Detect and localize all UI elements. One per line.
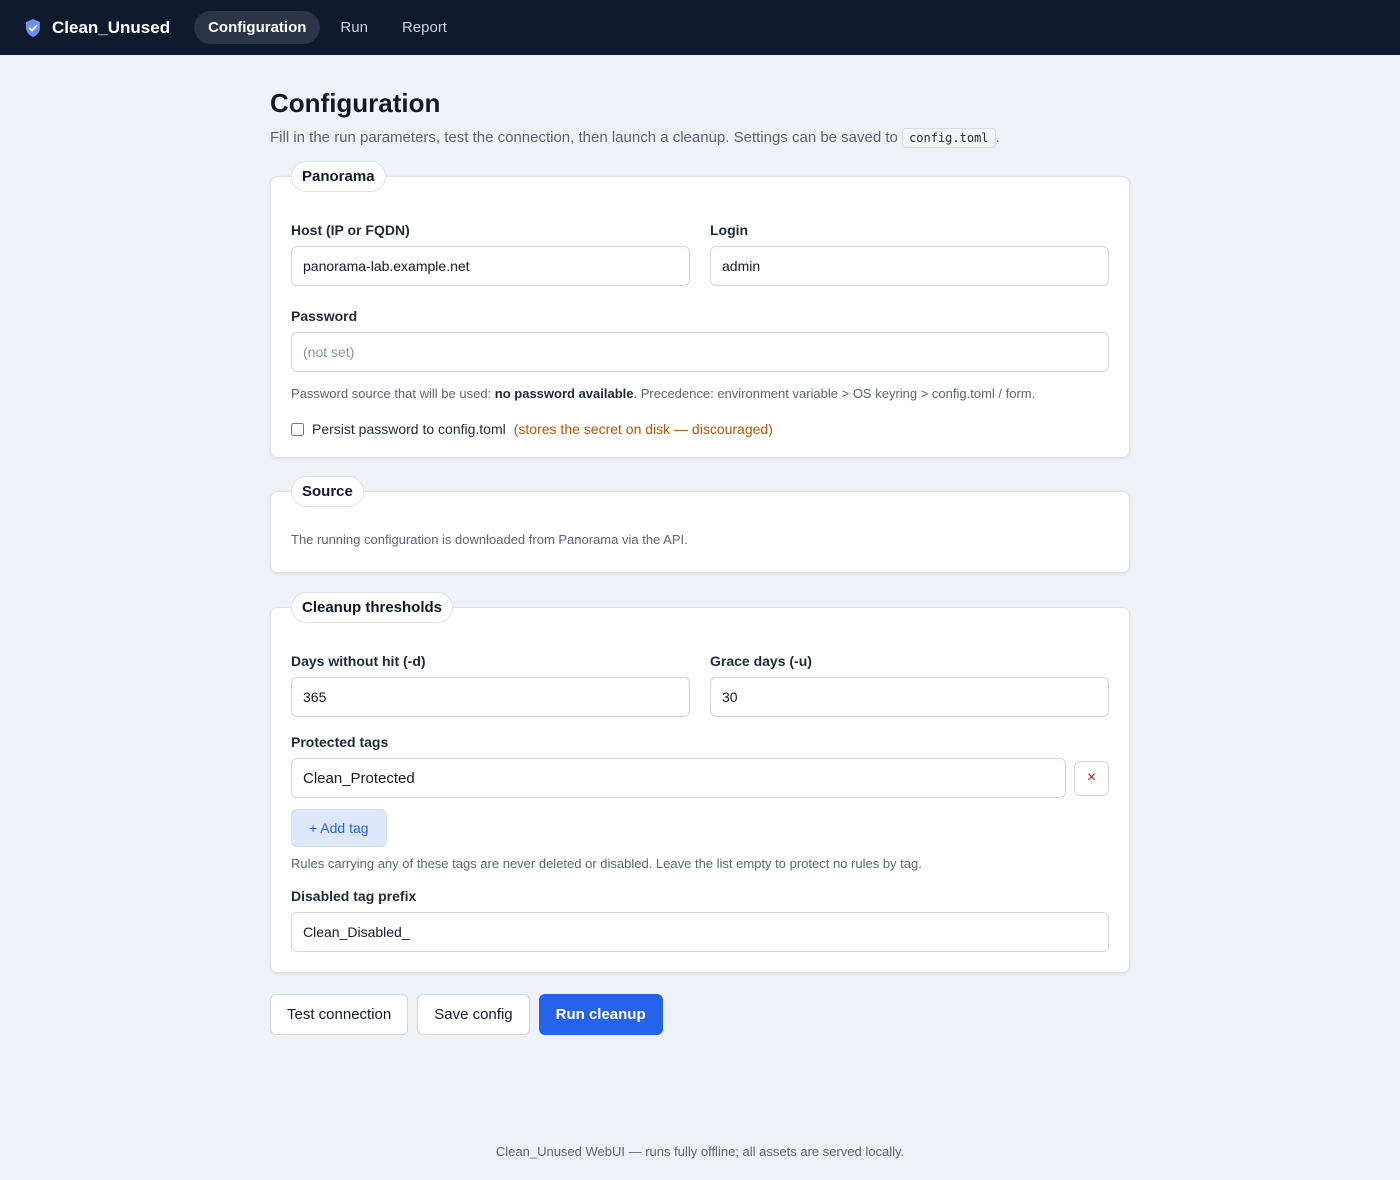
protected-tags-label: Protected tags: [291, 734, 389, 750]
protected-tag-input[interactable]: [291, 758, 1066, 798]
test-connection-button[interactable]: Test connection: [270, 994, 409, 1035]
password-precedence-text: . Precedence: environment variable > OS …: [633, 386, 1036, 401]
password-source-value: no password available: [494, 386, 634, 401]
page-title: Configuration: [270, 88, 441, 118]
save-config-button[interactable]: Save config: [417, 994, 530, 1035]
disabled-prefix-label: Disabled tag prefix: [291, 888, 417, 904]
main-content: Configuration Fill in the run parameters…: [270, 55, 1130, 1035]
page-intro: Fill in the run parameters, test the con…: [270, 128, 1130, 148]
source-description: The running configuration is downloaded …: [291, 532, 688, 547]
host-label: Host (IP or FQDN): [291, 222, 410, 238]
protected-tags-help: Rules carrying any of these tags are nev…: [291, 856, 922, 871]
password-source-help: Password source that will be used: no pa…: [291, 386, 1109, 401]
password-label: Password: [291, 308, 358, 324]
persist-password-warning: (stores the secret on disk — discouraged…: [513, 421, 773, 437]
login-input[interactable]: [710, 246, 1109, 286]
days-without-hit-input[interactable]: [291, 677, 690, 717]
intro-end: .: [995, 129, 1000, 146]
panorama-section: Panorama Host (IP or FQDN) Login Passwor…: [270, 161, 1130, 458]
close-icon: ×: [1086, 769, 1097, 786]
persist-password-label: Persist password to config.toml: [312, 421, 506, 437]
password-input[interactable]: [291, 332, 1109, 372]
persist-password-row[interactable]: Persist password to config.toml (stores …: [291, 421, 1109, 437]
login-label: Login: [710, 222, 749, 238]
shield-check-icon: [24, 18, 42, 38]
persist-password-checkbox[interactable]: [291, 422, 304, 436]
footer: Clean_Unused WebUI — runs fully offline;…: [495, 1144, 905, 1159]
grace-days-input[interactable]: [710, 677, 1109, 717]
thresholds-section: Cleanup thresholds Days without hit (-d)…: [270, 592, 1130, 973]
brand[interactable]: Clean_Unused: [24, 18, 170, 38]
tab-report[interactable]: Report: [388, 11, 461, 44]
source-section: Source The running configuration is down…: [270, 476, 1130, 573]
thresholds-legend: Cleanup thresholds: [291, 592, 454, 623]
password-help-text: Password source that will be used:: [291, 386, 495, 401]
source-legend: Source: [291, 476, 364, 507]
host-input[interactable]: [291, 246, 690, 286]
intro-text: Fill in the run parameters, test the con…: [270, 129, 903, 146]
run-cleanup-button[interactable]: Run cleanup: [538, 994, 663, 1035]
protected-tag-row: ×: [291, 758, 1109, 798]
top-navbar: Clean_Unused Configuration Run Report: [0, 0, 1400, 55]
panorama-legend: Panorama: [291, 161, 386, 192]
action-bar: Test connection Save config Run cleanup: [270, 994, 1130, 1035]
config-file-code: config.toml: [902, 128, 996, 148]
days-without-hit-label: Days without hit (-d): [291, 653, 426, 669]
add-tag-button[interactable]: + Add tag: [291, 809, 387, 847]
disabled-prefix-input[interactable]: [291, 912, 1109, 952]
app-name: Clean_Unused: [52, 17, 171, 37]
tab-run[interactable]: Run: [326, 11, 382, 44]
tab-configuration[interactable]: Configuration: [194, 11, 321, 44]
grace-days-label: Grace days (-u): [710, 653, 812, 669]
remove-tag-button[interactable]: ×: [1074, 760, 1109, 796]
